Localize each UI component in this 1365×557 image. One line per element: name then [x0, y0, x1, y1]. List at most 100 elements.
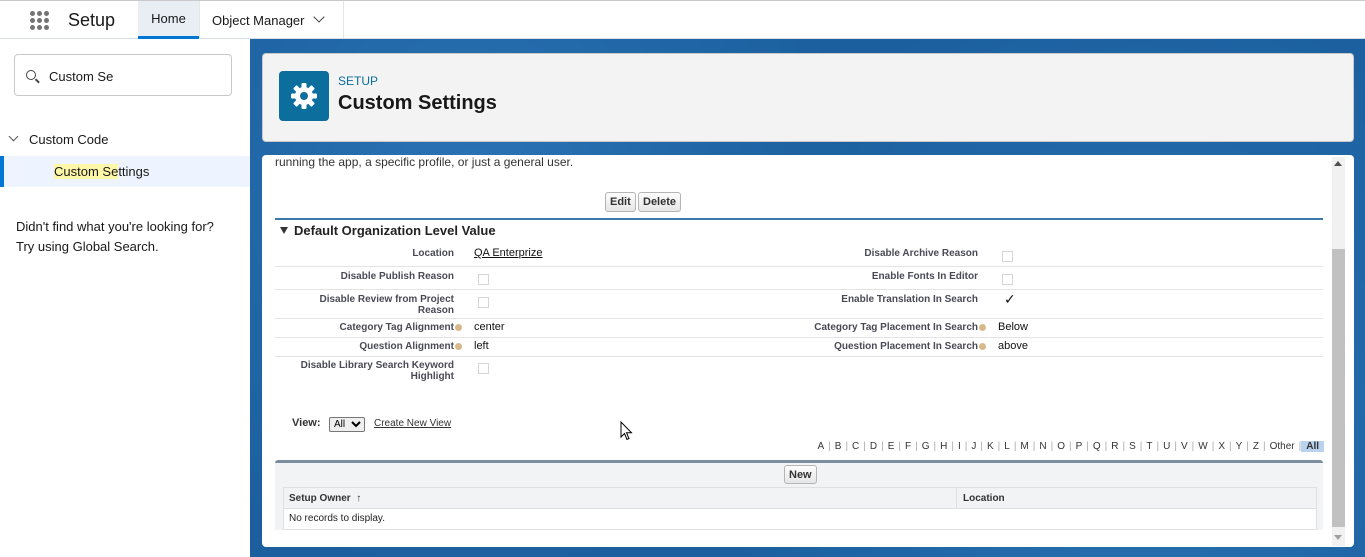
- column-header-label: Setup Owner: [289, 493, 351, 504]
- app-name: Setup: [68, 10, 116, 30]
- setup-sidebar: Custom Code Custom Settings Didn't find …: [0, 39, 250, 557]
- row-divider: [275, 337, 1323, 338]
- sidebar-item-label: Custom Settings: [54, 164, 149, 179]
- alpha-filter-letter[interactable]: Y: [1232, 441, 1247, 452]
- section-header[interactable]: Default Organization Level Value: [280, 223, 496, 238]
- help-icon[interactable]: [455, 323, 462, 331]
- alpha-filter-letter[interactable]: C: [848, 441, 863, 452]
- sidebar-item-custom-settings[interactable]: Custom Settings: [0, 156, 250, 187]
- hint-line-1: Didn't find what you're looking for?: [16, 219, 214, 234]
- chevron-down-icon[interactable]: [312, 11, 325, 23]
- tree-group-custom-code[interactable]: Custom Code: [8, 131, 109, 147]
- empty-message: No records to display.: [289, 513, 385, 524]
- alpha-filter-letter[interactable]: H: [936, 441, 951, 452]
- alpha-filter-letter[interactable]: Q: [1089, 441, 1105, 452]
- alpha-filter-letter[interactable]: K: [983, 441, 998, 452]
- gear-icon: [279, 71, 329, 121]
- alpha-filter-all[interactable]: All: [1301, 441, 1324, 452]
- checkbox-disable-archive-reason: [1002, 251, 1013, 262]
- tab-home[interactable]: Home: [138, 1, 199, 39]
- field-label-category-tag-placement: Category Tag Placement In Search: [742, 322, 986, 333]
- quick-find-box: [14, 54, 232, 96]
- alpha-filter-letter[interactable]: O: [1053, 441, 1069, 452]
- section-divider: [275, 218, 1323, 220]
- column-header-location[interactable]: Location: [956, 488, 1005, 509]
- field-label-category-tag-alignment: Category Tag Alignment: [302, 322, 462, 333]
- alpha-filter-letter[interactable]: D: [866, 441, 881, 452]
- alpha-filter-letter[interactable]: U: [1159, 441, 1174, 452]
- field-value-category-tag-placement: Below: [998, 321, 1028, 333]
- global-header: Setup Home Object Manager: [0, 0, 1365, 39]
- new-button[interactable]: New: [784, 465, 817, 484]
- delete-button[interactable]: Delete: [638, 192, 682, 212]
- edit-button[interactable]: Edit: [605, 192, 636, 212]
- field-value-question-placement: above: [998, 340, 1028, 352]
- alpha-filter-letter[interactable]: N: [1035, 441, 1050, 452]
- tab-home-label: Home: [151, 11, 186, 26]
- alpha-filter-letter[interactable]: S: [1125, 441, 1140, 452]
- quick-find-input[interactable]: [47, 65, 227, 87]
- alpha-filter-letter[interactable]: L: [1000, 441, 1014, 452]
- help-icon[interactable]: [979, 342, 986, 350]
- checkbox-enable-fonts-in-editor: [1002, 274, 1013, 285]
- field-label-disable-library-search-highlight: Disable Library Search Keyword Highlight: [282, 360, 454, 382]
- create-new-view-link[interactable]: Create New View: [374, 418, 451, 429]
- checkmark-icon: ✓: [1004, 291, 1016, 307]
- mouse-cursor-icon: [620, 421, 633, 441]
- help-icon[interactable]: [455, 342, 462, 350]
- alpha-filter-letter[interactable]: W: [1194, 441, 1211, 452]
- tab-object-manager-label: Object Manager: [212, 12, 305, 28]
- alpha-filter-letter[interactable]: Z: [1249, 441, 1263, 452]
- alpha-filter-letter[interactable]: B: [831, 441, 846, 452]
- label-text: Category Tag Alignment: [339, 322, 454, 333]
- field-label-question-alignment: Question Alignment: [302, 341, 462, 352]
- field-label-location: Location: [412, 248, 454, 259]
- chevron-down-icon[interactable]: [8, 131, 19, 142]
- alpha-filter-letter[interactable]: R: [1107, 441, 1122, 452]
- alpha-filter-letter[interactable]: A: [813, 441, 828, 452]
- view-select[interactable]: All: [329, 417, 365, 432]
- alpha-filter-letter[interactable]: Other: [1266, 441, 1299, 452]
- field-label-question-placement: Question Placement In Search: [742, 341, 986, 352]
- alpha-filter-letter[interactable]: X: [1214, 441, 1229, 452]
- scrollbar-thumb[interactable]: [1332, 249, 1345, 527]
- alpha-filter-letter[interactable]: V: [1177, 441, 1192, 452]
- sort-arrow-icon: ↑: [356, 493, 362, 504]
- field-value-location[interactable]: QA Enterprize: [474, 247, 542, 259]
- label-text: Question Alignment: [359, 341, 454, 352]
- scroll-down-arrow-icon[interactable]: [1334, 535, 1342, 540]
- row-divider: [275, 318, 1323, 319]
- checkbox-disable-review-reason: [478, 297, 489, 308]
- alpha-filter-letter[interactable]: J: [967, 441, 980, 452]
- row-divider: [275, 289, 1323, 290]
- collapse-triangle-icon[interactable]: [280, 227, 288, 234]
- field-label-disable-archive-reason: Disable Archive Reason: [864, 248, 978, 259]
- section-title: Default Organization Level Value: [294, 223, 496, 238]
- alpha-filter-letter[interactable]: M: [1016, 441, 1032, 452]
- label-text: Category Tag Placement In Search: [814, 322, 978, 333]
- alpha-filter-letter[interactable]: T: [1142, 441, 1156, 452]
- detail-panel: running the app, a specific profile, or …: [262, 155, 1354, 547]
- alpha-filter-letter[interactable]: F: [901, 441, 915, 452]
- page-title: Custom Settings: [338, 92, 497, 114]
- field-label-line: Reason: [417, 305, 454, 316]
- alpha-filter-letter[interactable]: E: [884, 441, 899, 452]
- scroll-up-arrow-icon[interactable]: [1334, 161, 1342, 166]
- alpha-filter-letter[interactable]: I: [954, 441, 965, 452]
- breadcrumb[interactable]: SETUP: [338, 74, 378, 88]
- field-label-enable-translation-in-search: Enable Translation In Search: [841, 294, 978, 305]
- column-header-setup-owner[interactable]: Setup Owner ↑: [289, 493, 361, 504]
- row-divider: [275, 356, 1323, 357]
- help-icon[interactable]: [979, 323, 986, 331]
- field-label-line: Disable Library Search Keyword: [300, 360, 454, 371]
- page-header: SETUP Custom Settings: [262, 53, 1354, 142]
- global-search-hint: Didn't find what you're looking for? Try…: [16, 217, 241, 257]
- alpha-filter-letter[interactable]: G: [918, 441, 934, 452]
- tree-group-label: Custom Code: [29, 132, 109, 147]
- alpha-filter-letter[interactable]: P: [1072, 441, 1087, 452]
- app-launcher-icon[interactable]: [28, 10, 52, 32]
- tab-object-manager[interactable]: Object Manager: [199, 1, 344, 39]
- main-content: SETUP Custom Settings running the app, a…: [250, 39, 1365, 557]
- checkbox-disable-library-search-highlight: [478, 363, 489, 374]
- field-label-line: Disable Review from Project: [319, 294, 455, 305]
